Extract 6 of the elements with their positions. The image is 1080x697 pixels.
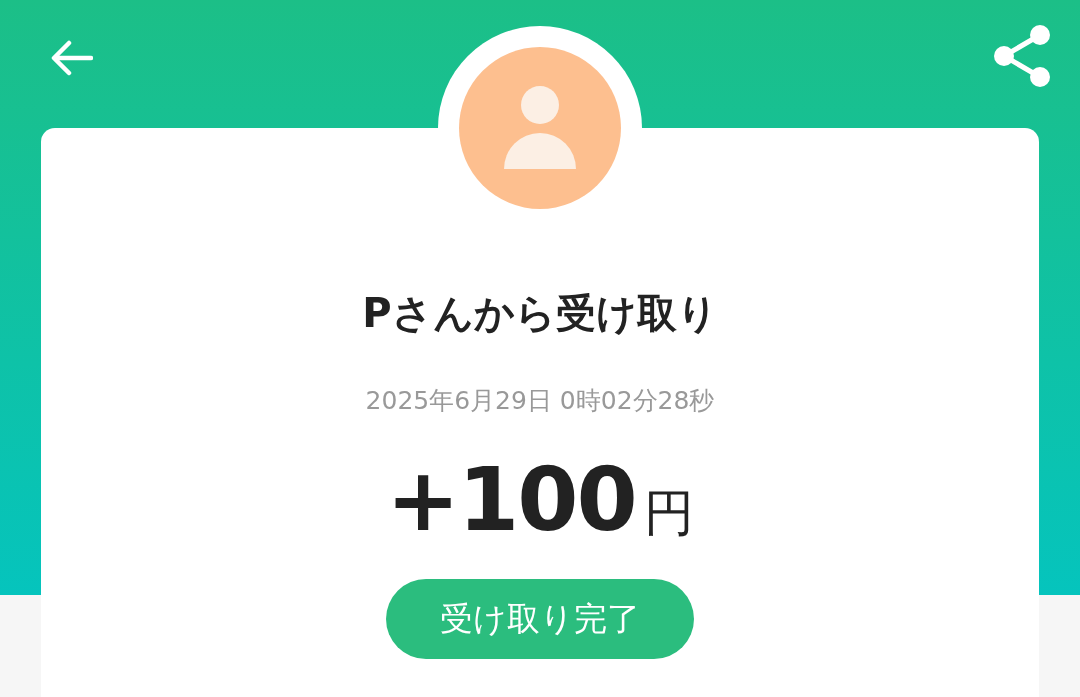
amount: +100 bbox=[386, 450, 636, 550]
transfer-datetime: 2025年6月29日 0時02分28秒 bbox=[365, 385, 715, 417]
currency-unit: 円 bbox=[643, 483, 694, 544]
status-button[interactable]: 受け取り完了 bbox=[386, 579, 694, 659]
transfer-title: Pさんから受け取り bbox=[362, 289, 718, 338]
back-arrow-icon[interactable] bbox=[51, 40, 93, 76]
